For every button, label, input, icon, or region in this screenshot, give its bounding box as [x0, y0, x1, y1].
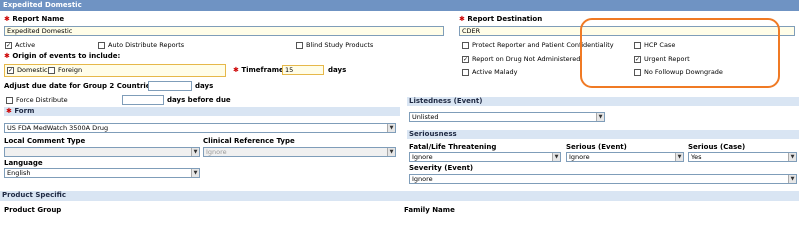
local-comment-label: Local Comment Type	[4, 137, 86, 145]
force-distribute-suffix: days before due	[167, 96, 231, 104]
language-label: Language	[4, 159, 43, 167]
clinical-reference-select[interactable]: Ignore ▼	[203, 147, 396, 157]
adjust-due-label: Adjust due date for Group 2 Countries by	[4, 82, 167, 90]
chevron-down-icon: ▼	[387, 148, 395, 156]
window-title: Expedited Domestic	[0, 0, 799, 11]
report-name-input[interactable]: Expedited Domestic	[4, 26, 444, 36]
required-marker: ✱	[6, 107, 12, 115]
chevron-down-icon: ▼	[596, 113, 604, 121]
auto-distribute-checkbox[interactable]	[98, 42, 105, 49]
active-malady-checkbox[interactable]	[462, 69, 469, 76]
serious-event-select[interactable]: Ignore ▼	[566, 152, 684, 162]
timeframe-unit: days	[328, 66, 347, 74]
fatal-label: Fatal/Life Threatening	[409, 143, 497, 151]
timeframe-label: ✱ Timeframe	[233, 66, 284, 74]
severity-select[interactable]: Ignore ▼	[409, 174, 797, 184]
protect-reporter-checkbox[interactable]	[462, 42, 469, 49]
language-select[interactable]: English ▼	[4, 168, 200, 178]
serious-event-label: Serious (Event)	[566, 143, 627, 151]
required-marker: ✱	[233, 66, 239, 74]
domestic-label: Domestic	[17, 66, 48, 74]
seriousness-section-header: Seriousness	[407, 130, 799, 139]
serious-case-label: Serious (Case)	[688, 143, 746, 151]
report-destination-label: ✱ Report Destination	[459, 15, 543, 23]
serious-case-select[interactable]: Yes ▼	[688, 152, 797, 162]
force-distribute-label: Force Distribute	[16, 96, 68, 104]
required-marker: ✱	[4, 52, 10, 60]
chevron-down-icon: ▼	[552, 153, 560, 161]
timeframe-input[interactable]: 15	[282, 65, 324, 75]
family-name-label: Family Name	[404, 206, 455, 214]
report-drug-not-administered-label: Report on Drug Not Administered	[472, 55, 581, 63]
report-drug-not-administered-checkbox[interactable]: ✓	[462, 56, 469, 63]
chevron-down-icon: ▼	[387, 124, 395, 132]
product-specific-header: Product Specific	[0, 191, 799, 201]
force-distribute-checkbox[interactable]	[6, 97, 13, 104]
blind-study-checkbox[interactable]	[296, 42, 303, 49]
required-marker: ✱	[459, 15, 465, 23]
listedness-select[interactable]: Unlisted ▼	[409, 112, 605, 122]
clinical-reference-label: Clinical Reference Type	[203, 137, 295, 145]
active-malady-label: Active Malady	[472, 68, 518, 76]
active-checkbox[interactable]: ✓	[5, 42, 12, 49]
chevron-down-icon: ▼	[675, 153, 683, 161]
form-select-value: US FDA MedWatch 3500A Drug	[7, 124, 109, 132]
required-marker: ✱	[4, 15, 10, 23]
active-label: Active	[15, 41, 36, 49]
chevron-down-icon: ▼	[788, 175, 796, 183]
foreign-label: Foreign	[58, 66, 83, 74]
blind-study-label: Blind Study Products	[306, 41, 374, 49]
chevron-down-icon: ▼	[788, 153, 796, 161]
auto-distribute-label: Auto Distribute Reports	[108, 41, 185, 49]
report-name-label: ✱ Report Name	[4, 15, 65, 23]
foreign-checkbox[interactable]	[48, 67, 55, 74]
chevron-down-icon: ▼	[191, 148, 199, 156]
domestic-checkbox[interactable]: ✓	[7, 67, 14, 74]
force-distribute-input[interactable]	[122, 95, 164, 105]
form-section-header: ✱ Form	[4, 107, 400, 116]
chevron-down-icon: ▼	[191, 169, 199, 177]
form-select[interactable]: US FDA MedWatch 3500A Drug ▼	[4, 123, 396, 133]
adjust-due-unit: days	[195, 82, 214, 90]
severity-label: Severity (Event)	[409, 164, 474, 172]
origin-label: ✱ Origin of events to include:	[4, 52, 121, 60]
listedness-section-header: Listedness (Event)	[407, 97, 799, 106]
highlight-annotation	[580, 18, 780, 88]
local-comment-select[interactable]: ▼	[4, 147, 200, 157]
fatal-select[interactable]: Ignore ▼	[409, 152, 561, 162]
adjust-due-input[interactable]	[148, 81, 192, 91]
product-group-label: Product Group	[4, 206, 62, 214]
